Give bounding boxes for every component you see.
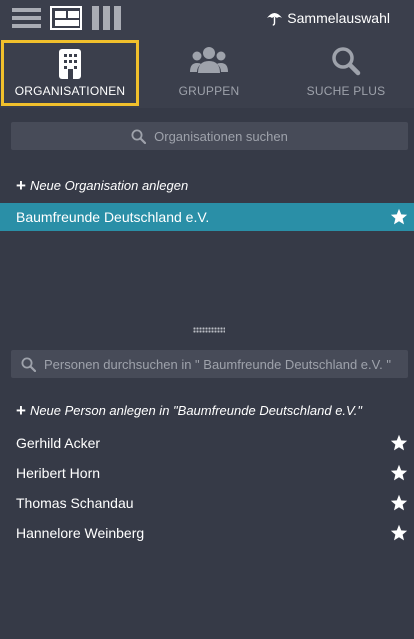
grid-view-icon[interactable]: [50, 6, 82, 30]
main-tabs: ORGANISATIONEN GRUPPEN SUCHE PLUS: [0, 38, 414, 108]
person-name: Hannelore Weinberg: [16, 525, 145, 541]
sammelauswahl-button[interactable]: Sammelauswahl: [266, 10, 390, 26]
add-person-link[interactable]: + Neue Person anlegen in "Baumfreunde De…: [16, 402, 362, 419]
favorite-star-icon[interactable]: [390, 434, 408, 451]
list-view-icon[interactable]: [12, 6, 41, 30]
plus-icon: +: [16, 401, 26, 420]
person-name: Gerhild Acker: [16, 435, 101, 451]
umbrella-icon: [267, 13, 283, 26]
columns-view-icon[interactable]: [92, 6, 121, 30]
tab-label: GRUPPEN: [178, 84, 240, 98]
tab-label: ORGANISATIONEN: [14, 84, 126, 98]
favorite-star-icon[interactable]: [390, 208, 408, 225]
plus-icon: +: [16, 176, 26, 195]
building-icon: [59, 49, 81, 79]
sammelauswahl-label: Sammelauswahl: [287, 10, 390, 26]
top-toolbar: Sammelauswahl: [0, 0, 414, 38]
search-icon: [131, 129, 147, 144]
organisation-search-input[interactable]: Organisationen suchen: [11, 122, 408, 150]
add-organisation-link[interactable]: + Neue Organisation anlegen: [16, 177, 188, 194]
tab-label: SUCHE PLUS: [306, 84, 386, 98]
person-row[interactable]: Gerhild Acker: [0, 429, 414, 457]
favorite-star-icon[interactable]: [390, 524, 408, 541]
add-person-label: Neue Person anlegen in "Baumfreunde Deut…: [29, 403, 362, 418]
tab-organisationen[interactable]: ORGANISATIONEN: [1, 40, 139, 106]
search-icon: [332, 47, 361, 76]
tab-suche-plus[interactable]: SUCHE PLUS: [278, 40, 414, 106]
person-name: Thomas Schandau: [16, 495, 134, 511]
person-search-placeholder: Personen durchsuchen in " Baumfreunde De…: [44, 356, 391, 372]
person-search-input[interactable]: Personen durchsuchen in " Baumfreunde De…: [11, 350, 408, 378]
person-name: Heribert Horn: [16, 465, 101, 481]
organisation-search-placeholder: Organisationen suchen: [154, 128, 288, 144]
person-row[interactable]: Hannelore Weinberg: [0, 519, 414, 547]
resize-handle[interactable]: [193, 327, 225, 333]
person-row[interactable]: Heribert Horn: [0, 459, 414, 487]
search-icon: [21, 357, 36, 372]
organisation-name: Baumfreunde Deutschland e.V.: [16, 209, 210, 225]
group-icon: [190, 47, 228, 73]
add-organisation-label: Neue Organisation anlegen: [29, 178, 189, 193]
organisation-row[interactable]: Baumfreunde Deutschland e.V.: [0, 203, 414, 231]
favorite-star-icon[interactable]: [390, 464, 408, 481]
tab-gruppen[interactable]: GRUPPEN: [140, 40, 278, 106]
person-row[interactable]: Thomas Schandau: [0, 489, 414, 517]
favorite-star-icon[interactable]: [390, 494, 408, 511]
